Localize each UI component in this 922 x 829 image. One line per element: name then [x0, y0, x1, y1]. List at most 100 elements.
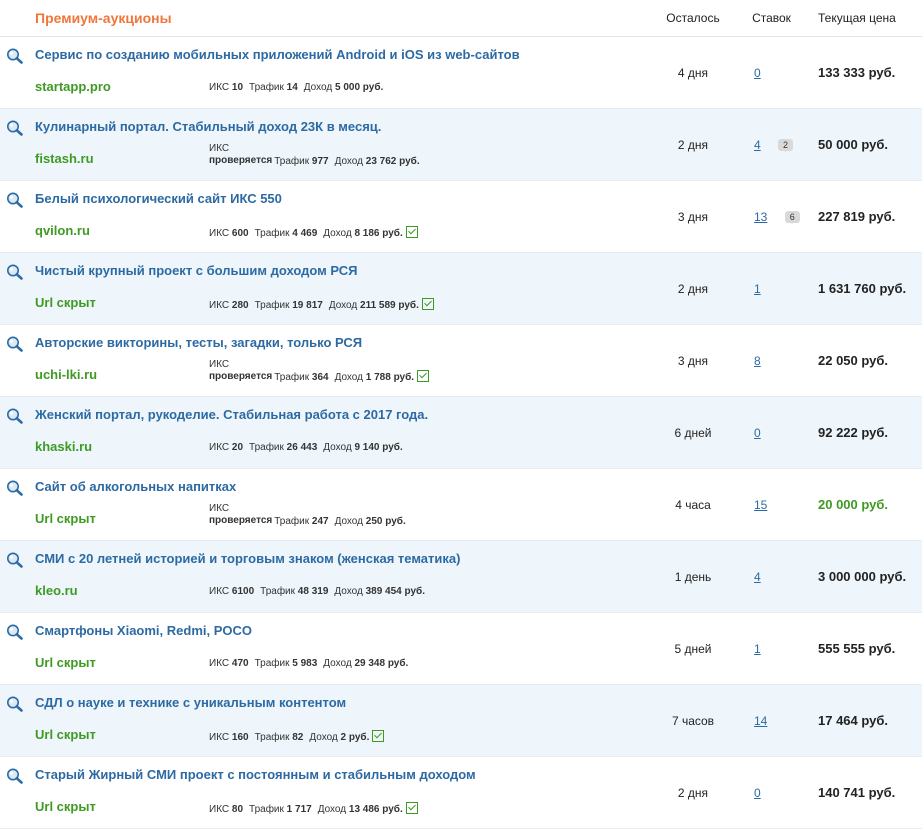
traffic-value: 5 983	[292, 658, 318, 669]
current-price: 50 000 руб.	[810, 108, 922, 181]
time-left: 3 дня	[653, 324, 733, 397]
verified-check-icon	[405, 226, 418, 238]
income-value: 13 486 руб.	[348, 804, 403, 815]
current-price: 3 000 000 руб.	[810, 540, 922, 613]
magnifier-icon[interactable]	[6, 336, 24, 352]
income-label: Доход	[334, 156, 366, 167]
traffic-label: Трафик	[254, 300, 293, 311]
current-price: 133 333 руб.	[810, 36, 922, 109]
lot-title-link[interactable]: Женский портал, рукоделие. Стабильная ра…	[35, 407, 428, 422]
income-value: 2 руб.	[340, 732, 370, 743]
traffic-label: Трафик	[254, 658, 293, 669]
current-price: 227 819 руб.	[810, 180, 922, 253]
bids-count-link[interactable]: 8	[754, 354, 761, 368]
comments-count-badge[interactable]: 2	[778, 138, 794, 152]
traffic-label: Трафик	[249, 442, 287, 453]
lot-title-link[interactable]: Старый Жирный СМИ проект с постоянным и …	[35, 767, 476, 782]
income-value: 23 762 руб.	[365, 156, 420, 167]
bids-count-link[interactable]: 0	[754, 786, 761, 800]
lot-title-link[interactable]: СМИ с 20 летней историей и торговым знак…	[35, 551, 460, 566]
traffic-value: 247	[311, 516, 329, 527]
lot-cell: СДЛ о науке и технике с уникальным конте…	[0, 684, 653, 757]
magnifier-icon[interactable]	[6, 120, 24, 136]
current-price: 1 631 760 руб.	[810, 252, 922, 325]
iks-label: ИКС	[209, 658, 232, 669]
table-row: Чистый крупный проект с большим доходом …	[0, 252, 922, 325]
bids-cell: 0	[733, 756, 810, 829]
bids-count-link[interactable]: 4	[754, 570, 761, 584]
lot-title-link[interactable]: Смартфоны Xiaomi, Redmi, POCO	[35, 623, 252, 638]
bids-count-link[interactable]: 14	[754, 714, 767, 728]
magnifier-icon[interactable]	[6, 408, 24, 424]
table-row: СМИ с 20 летней историей и торговым знак…	[0, 540, 922, 613]
lot-stats: ИКС проверяется Трафик 247 Доход 250 руб.	[209, 503, 406, 527]
income-label: Доход	[303, 82, 335, 93]
magnifier-icon[interactable]	[6, 192, 24, 208]
lot-cell: Сервис по созданию мобильных приложений …	[0, 36, 653, 109]
bids-cell: 0	[733, 396, 810, 469]
table-header: Премиум-аукционы Осталось Ставок Текущая…	[0, 0, 922, 37]
lot-title-link[interactable]: Сайт об алкогольных напитках	[35, 479, 236, 494]
magnifier-icon[interactable]	[6, 552, 24, 568]
income-label: Доход	[328, 300, 361, 311]
iks-checking: проверяется	[209, 515, 273, 526]
income-value: 5 000 руб.	[334, 82, 384, 93]
traffic-value: 364	[311, 372, 329, 383]
lot-title-link[interactable]: СДЛ о науке и технике с уникальным конте…	[35, 695, 346, 710]
time-left: 1 день	[653, 540, 733, 613]
bids-count-link[interactable]: 4	[754, 138, 761, 152]
column-header-bids[interactable]: Ставок	[733, 0, 810, 37]
time-left: 2 дня	[653, 108, 733, 181]
traffic-value: 977	[311, 156, 329, 167]
magnifier-icon[interactable]	[6, 624, 24, 640]
lot-cell: Кулинарный портал. Стабильный доход 23К …	[0, 108, 653, 181]
iks-label: ИКС	[209, 359, 230, 370]
iks-label: ИКС	[209, 804, 232, 815]
table-row: Сайт об алкогольных напитках Url скрыт И…	[0, 468, 922, 541]
magnifier-icon[interactable]	[6, 480, 24, 496]
table-row: СДЛ о науке и технике с уникальным конте…	[0, 684, 922, 757]
magnifier-icon[interactable]	[6, 696, 24, 712]
bids-count-link[interactable]: 1	[754, 282, 761, 296]
income-value: 29 348 руб.	[354, 658, 409, 669]
lot-title-link[interactable]: Белый психологический сайт ИКС 550	[35, 191, 282, 206]
traffic-value: 26 443	[286, 442, 318, 453]
time-left: 4 дня	[653, 36, 733, 109]
bids-count-link[interactable]: 0	[754, 426, 761, 440]
column-header-time-left[interactable]: Осталось	[653, 0, 733, 37]
income-value: 389 454 руб.	[365, 586, 425, 597]
comments-count-badge[interactable]: 6	[784, 210, 800, 224]
lot-title-link[interactable]: Авторские викторины, тесты, загадки, тол…	[35, 335, 362, 350]
bids-count-link[interactable]: 13	[754, 210, 767, 224]
magnifier-icon[interactable]	[6, 264, 24, 280]
current-price: 17 464 руб.	[810, 684, 922, 757]
iks-value: 280	[231, 300, 249, 311]
bids-count-link[interactable]: 1	[754, 642, 761, 656]
lot-domain: Url скрыт	[35, 799, 96, 814]
iks-label: ИКС	[209, 300, 232, 311]
column-header-price[interactable]: Текущая цена	[810, 0, 922, 37]
magnifier-icon[interactable]	[6, 48, 24, 64]
lot-title-link[interactable]: Сервис по созданию мобильных приложений …	[35, 47, 520, 62]
traffic-label: Трафик	[254, 228, 293, 239]
table-row: Смартфоны Xiaomi, Redmi, POCO Url скрыт …	[0, 612, 922, 685]
lot-stats: ИКС 160 Трафик 82 Доход 2 руб.	[209, 730, 385, 743]
current-price: 22 050 руб.	[810, 324, 922, 397]
table-row: Старый Жирный СМИ проект с постоянным и …	[0, 756, 922, 829]
magnifier-icon[interactable]	[6, 768, 24, 784]
table-row: Сервис по созданию мобильных приложений …	[0, 36, 922, 109]
lot-domain: Url скрыт	[35, 727, 96, 742]
lot-cell: Женский портал, рукоделие. Стабильная ра…	[0, 396, 653, 469]
income-value: 9 140 руб.	[354, 442, 403, 453]
lot-title-link[interactable]: Кулинарный портал. Стабильный доход 23К …	[35, 119, 381, 134]
traffic-label: Трафик	[274, 372, 312, 383]
iks-value: 6100	[231, 586, 255, 597]
bids-count-link[interactable]: 15	[754, 498, 767, 512]
income-label: Доход	[334, 516, 366, 527]
lot-domain: Url скрыт	[35, 295, 96, 310]
bids-count-link[interactable]: 0	[754, 66, 761, 80]
table-row: Белый психологический сайт ИКС 550 qvilo…	[0, 180, 922, 253]
bids-cell: 4 2	[733, 108, 810, 181]
lot-cell: Авторские викторины, тесты, загадки, тол…	[0, 324, 653, 397]
lot-title-link[interactable]: Чистый крупный проект с большим доходом …	[35, 263, 357, 278]
